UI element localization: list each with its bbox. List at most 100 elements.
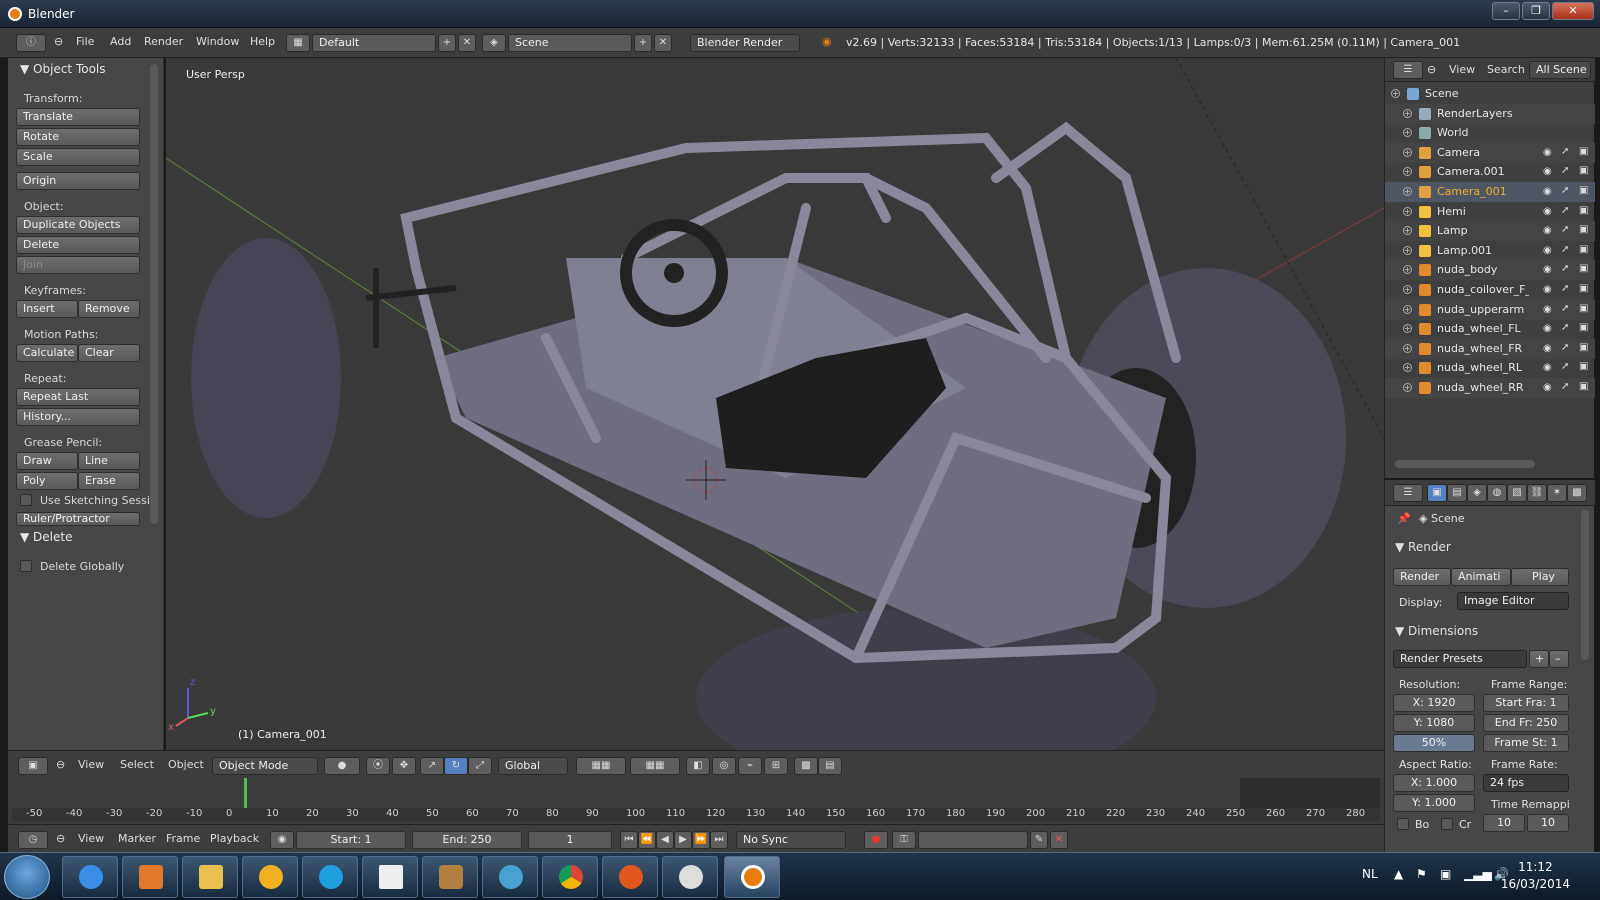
- expand-toggle-icon[interactable]: +: [1403, 285, 1412, 294]
- selectability-cursor-icon[interactable]: ➚: [1561, 263, 1569, 274]
- layers-2-icon[interactable]: ▦▦: [630, 757, 680, 775]
- properties-scrollbar[interactable]: [1581, 510, 1589, 660]
- editor-type-outliner-icon[interactable]: ☰: [1393, 61, 1423, 79]
- play-icon[interactable]: ▶: [674, 831, 692, 849]
- render-animation-button[interactable]: Animati: [1451, 568, 1511, 586]
- delete-globally-checkbox[interactable]: [20, 560, 32, 572]
- visibility-eye-icon[interactable]: ◉: [1543, 323, 1552, 334]
- start-frame-field[interactable]: Start: 1: [296, 831, 406, 849]
- outliner-row[interactable]: + RenderLayers: [1385, 103, 1595, 124]
- tool-shelf-scrollbar[interactable]: [150, 64, 158, 524]
- expand-toggle-icon[interactable]: +: [1403, 304, 1412, 314]
- add-screen-icon[interactable]: +: [438, 34, 456, 52]
- remove-keyframe-button[interactable]: Remove: [78, 300, 140, 318]
- outliner-scrollbar[interactable]: [1395, 460, 1535, 468]
- taskbar-shield-icon[interactable]: [422, 856, 478, 898]
- menu-file[interactable]: File: [76, 35, 94, 48]
- calculate-paths-button[interactable]: Calculate: [16, 344, 78, 362]
- outliner-row[interactable]: + nuda_wheel_FR ◉ ➚ ▣: [1385, 338, 1595, 359]
- taskbar-paint-icon[interactable]: [662, 856, 718, 898]
- outliner-row[interactable]: + Lamp.001 ◉ ➚ ▣: [1385, 241, 1595, 261]
- visibility-eye-icon[interactable]: ◉: [1543, 343, 1552, 354]
- outliner-row[interactable]: + Hemi ◉ ➚ ▣: [1385, 202, 1595, 222]
- tray-expand-icon[interactable]: ▲: [1394, 867, 1403, 881]
- selectability-cursor-icon[interactable]: ➚: [1561, 381, 1569, 392]
- expand-toggle-icon[interactable]: +: [1403, 187, 1412, 196]
- taskbar-ie-icon[interactable]: [62, 856, 118, 898]
- crop-checkbox[interactable]: [1441, 818, 1453, 830]
- keying-set-icon[interactable]: ⚿: [892, 831, 916, 849]
- delete-screen-icon[interactable]: ✕: [458, 34, 476, 52]
- selectability-cursor-icon[interactable]: ➚: [1561, 342, 1569, 353]
- scene-field[interactable]: Scene: [508, 34, 632, 52]
- screen-layout-field[interactable]: Default: [312, 34, 436, 52]
- manipulator-icon[interactable]: ✥: [392, 757, 416, 775]
- renderability-camera-icon[interactable]: ▣: [1579, 283, 1588, 294]
- opengl-render-anim-icon[interactable]: ▤: [818, 757, 842, 775]
- tray-network-flag-icon[interactable]: ⚑: [1416, 867, 1427, 881]
- render-tab-icon[interactable]: ▣: [1427, 484, 1447, 502]
- visibility-eye-icon[interactable]: ◉: [1543, 362, 1552, 373]
- menu-render[interactable]: Render: [144, 35, 183, 48]
- renderability-camera-icon[interactable]: ▣: [1579, 185, 1588, 196]
- renderability-camera-icon[interactable]: ▣: [1579, 342, 1588, 353]
- expand-toggle-icon[interactable]: +: [1403, 108, 1412, 118]
- renderability-camera-icon[interactable]: ▣: [1579, 165, 1588, 176]
- outliner-row[interactable]: + Camera.001 ◉ ➚ ▣: [1385, 162, 1595, 182]
- collapse-menu-icon[interactable]: ⊖: [56, 832, 65, 845]
- translate-button[interactable]: Translate: [16, 108, 140, 126]
- border-checkbox[interactable]: [1397, 818, 1409, 830]
- outliner-row[interactable]: + nuda_coilover_F_off ◉ ➚ ▣: [1385, 280, 1595, 300]
- outliner-row[interactable]: + Camera ◉ ➚ ▣: [1385, 142, 1595, 163]
- visibility-eye-icon[interactable]: ◉: [1543, 382, 1552, 393]
- selectability-cursor-icon[interactable]: ➚: [1561, 146, 1569, 157]
- time-remap-old-field[interactable]: 10: [1483, 814, 1525, 832]
- play-reverse-icon[interactable]: ◀: [656, 831, 674, 849]
- renderability-camera-icon[interactable]: ▣: [1579, 381, 1588, 392]
- aspect-y-field[interactable]: Y: 1.000: [1393, 794, 1475, 812]
- rotate-button[interactable]: Rotate: [16, 128, 140, 146]
- expand-toggle-icon[interactable]: +: [1403, 226, 1412, 236]
- insert-keyframe-icon[interactable]: ✎: [1030, 831, 1048, 849]
- jump-keyframe-forward-icon[interactable]: ⏩: [692, 831, 710, 849]
- expand-toggle-icon[interactable]: +: [1403, 324, 1412, 334]
- repeat-last-button[interactable]: Repeat Last: [16, 388, 140, 406]
- outliner-row[interactable]: + nuda_wheel_RR ◉ ➚ ▣: [1385, 378, 1595, 398]
- expand-toggle-icon[interactable]: +: [1403, 206, 1412, 216]
- menu-object[interactable]: Object: [168, 758, 204, 771]
- resolution-x-field[interactable]: X: 1920: [1393, 694, 1475, 712]
- collapse-menu-icon[interactable]: ⊖: [1427, 63, 1436, 76]
- resolution-y-field[interactable]: Y: 1080: [1393, 714, 1475, 732]
- render-layers-tab-icon[interactable]: ▤: [1447, 484, 1467, 502]
- visibility-eye-icon[interactable]: ◉: [1543, 206, 1552, 217]
- transform-orientation-select[interactable]: Global: [498, 757, 568, 775]
- menu-window[interactable]: Window: [196, 35, 239, 48]
- origin-button[interactable]: Origin: [16, 172, 140, 190]
- dimensions-panel-header[interactable]: ▼ Dimensions: [1395, 624, 1478, 638]
- taskbar-blender-icon[interactable]: [724, 856, 780, 898]
- layers-icon[interactable]: ▦▦: [576, 757, 626, 775]
- taskbar-globe-icon[interactable]: [482, 856, 538, 898]
- scene-tab-icon[interactable]: ◈: [1467, 484, 1487, 502]
- outliner-row[interactable]: + Scene: [1385, 84, 1595, 104]
- ruler-protractor-button[interactable]: Ruler/Protractor: [16, 512, 140, 526]
- current-frame-cursor[interactable]: [244, 778, 247, 808]
- render-panel-header[interactable]: ▼ Render: [1395, 540, 1451, 554]
- visibility-eye-icon[interactable]: ◉: [1543, 245, 1552, 256]
- erase-button[interactable]: Erase: [78, 472, 140, 490]
- start-frame-field[interactable]: Start Fra: 1: [1483, 694, 1569, 712]
- use-sketching-checkbox[interactable]: [20, 494, 32, 506]
- keying-set-field[interactable]: [918, 831, 1028, 849]
- display-select[interactable]: Image Editor: [1457, 592, 1569, 610]
- taskbar-ubuntu-icon[interactable]: [602, 856, 658, 898]
- menu-view[interactable]: View: [78, 758, 104, 771]
- visibility-eye-icon[interactable]: ◉: [1543, 225, 1552, 236]
- outliner-row[interactable]: + nuda_body ◉ ➚ ▣: [1385, 260, 1595, 281]
- menu-view[interactable]: View: [78, 832, 104, 845]
- play-rendered-animation-button[interactable]: Play: [1511, 568, 1569, 586]
- visibility-eye-icon[interactable]: ◉: [1543, 147, 1552, 158]
- tray-app-icon[interactable]: ▣: [1440, 867, 1451, 881]
- timeline-ruler[interactable]: -50 -40 -30 -20 -10 0 10 20 30 40 50 60 70 80 90 100 110…: [12, 808, 1380, 822]
- editor-type-timeline-icon[interactable]: ◷: [18, 831, 48, 849]
- end-frame-field[interactable]: End Fr: 250: [1483, 714, 1569, 732]
